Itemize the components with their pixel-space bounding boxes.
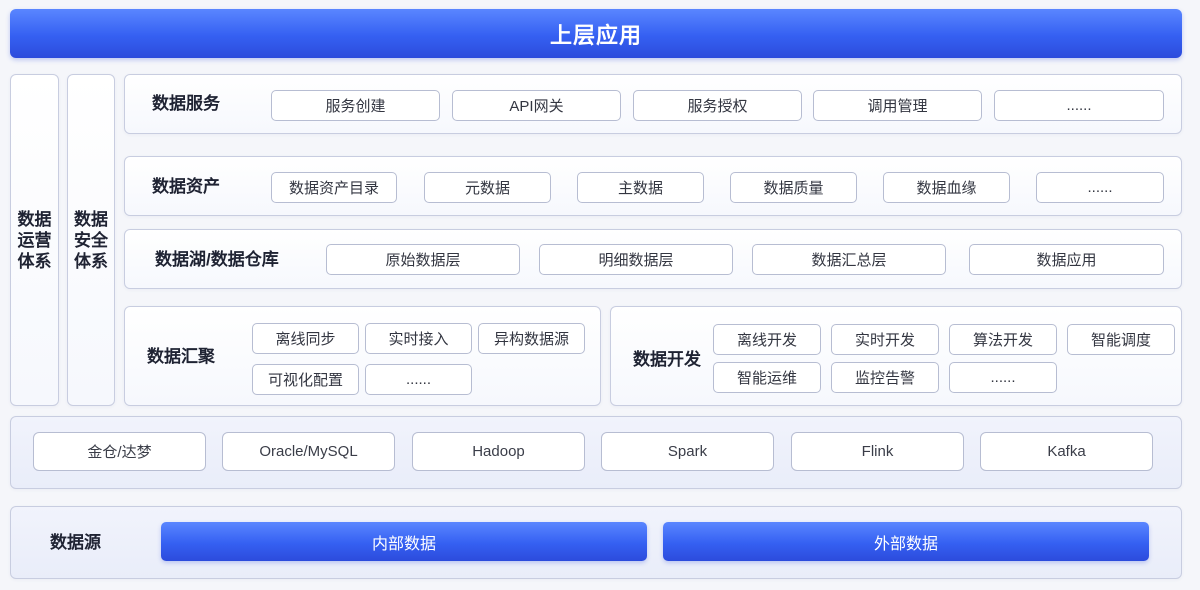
- hadoop-box: Hadoop: [412, 432, 585, 471]
- summary-layer-box: 数据汇总层: [752, 244, 946, 275]
- side-panel-security-label: 数据安全体系: [73, 209, 108, 271]
- spark-box: Spark: [601, 432, 774, 471]
- raw-layer-box: 原始数据层: [326, 244, 520, 275]
- data-source-label: 数据源: [50, 533, 101, 552]
- aggregation-more-box: ......: [365, 364, 472, 395]
- service-auth-box: 服务授权: [633, 90, 802, 121]
- service-create-box: 服务创建: [271, 90, 440, 121]
- data-lineage-box: 数据血缘: [883, 172, 1010, 203]
- architecture-diagram: 上层应用 数据运营体系 数据安全体系 数据服务 服务创建 API网关 服务授权 …: [0, 0, 1200, 590]
- data-application-box: 数据应用: [969, 244, 1164, 275]
- metadata-box: 元数据: [424, 172, 551, 203]
- data-development-label: 数据开发: [633, 350, 701, 369]
- offline-sync-box: 离线同步: [252, 323, 359, 354]
- kingbase-dameng-box: 金仓/达梦: [33, 432, 206, 471]
- data-aggregation-label: 数据汇聚: [147, 347, 215, 366]
- data-assets-label: 数据资产: [152, 177, 220, 196]
- call-management-box: 调用管理: [813, 90, 982, 121]
- kafka-box: Kafka: [980, 432, 1153, 471]
- heterogeneous-source-box: 异构数据源: [478, 323, 585, 354]
- offline-dev-box: 离线开发: [713, 324, 821, 355]
- data-lake-label: 数据湖/数据仓库: [155, 250, 279, 269]
- detail-layer-box: 明细数据层: [539, 244, 733, 275]
- realtime-ingest-box: 实时接入: [365, 323, 472, 354]
- realtime-dev-box: 实时开发: [831, 324, 939, 355]
- oracle-mysql-box: Oracle/MySQL: [222, 432, 395, 471]
- top-app-title: 上层应用: [549, 22, 642, 48]
- data-assets-more-box: ......: [1036, 172, 1164, 203]
- visual-config-box: 可视化配置: [252, 364, 359, 395]
- algorithm-dev-box: 算法开发: [949, 324, 1057, 355]
- development-more-box: ......: [949, 362, 1057, 393]
- data-service-more-box: ......: [994, 90, 1164, 121]
- flink-box: Flink: [791, 432, 964, 471]
- data-quality-box: 数据质量: [730, 172, 857, 203]
- smart-ops-box: 智能运维: [713, 362, 821, 393]
- side-panel-security: 数据安全体系: [67, 74, 115, 406]
- data-service-label: 数据服务: [152, 94, 220, 113]
- api-gateway-box: API网关: [452, 90, 621, 121]
- monitoring-alert-box: 监控告警: [831, 362, 939, 393]
- external-data-box: 外部数据: [663, 522, 1149, 561]
- side-panel-operations: 数据运营体系: [10, 74, 59, 406]
- top-app-banner: 上层应用: [10, 9, 1182, 58]
- internal-data-box: 内部数据: [161, 522, 647, 561]
- asset-catalog-box: 数据资产目录: [271, 172, 397, 203]
- side-panel-operations-label: 数据运营体系: [17, 209, 52, 271]
- master-data-box: 主数据: [577, 172, 704, 203]
- smart-scheduling-box: 智能调度: [1067, 324, 1175, 355]
